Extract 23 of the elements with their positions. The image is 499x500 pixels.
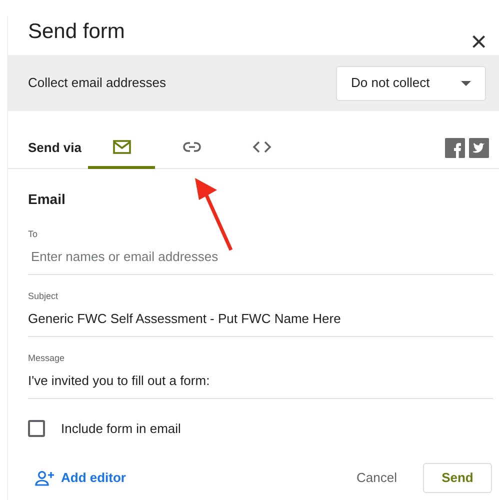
field-label: Subject (28, 290, 60, 303)
cancel-button[interactable]: Cancel (350, 466, 403, 488)
field-label: Message (28, 352, 66, 365)
code-brackets-icon (252, 138, 270, 154)
dialog-title: Send form (28, 19, 125, 45)
close-button[interactable]: × (466, 28, 491, 56)
envelope-icon (112, 138, 130, 154)
collect-label: Collect email addresses (28, 74, 166, 92)
collect-dropdown[interactable]: Do not collect (336, 66, 486, 100)
letter-f-icon[interactable] (445, 138, 465, 158)
send-button[interactable]: Send (423, 462, 492, 492)
send-via-label: Send via (28, 139, 82, 158)
field-label: To (28, 228, 39, 241)
dropdown-caret-icon (461, 80, 471, 86)
checkbox[interactable] (28, 420, 45, 438)
input-field[interactable]: I've invited you to fill out a form: (28, 366, 493, 399)
input-field[interactable]: Enter names or email addresses (28, 242, 493, 275)
email-heading: Email (28, 190, 66, 209)
add-person-icon (35, 470, 55, 486)
checkbox-label: Include form in email (61, 420, 181, 438)
add-editor-button[interactable]: Add editor (35, 468, 126, 488)
bird-icon[interactable] (469, 138, 489, 158)
input-field[interactable]: Generic FWC Self Assessment - Put FWC Name Here (28, 304, 493, 337)
